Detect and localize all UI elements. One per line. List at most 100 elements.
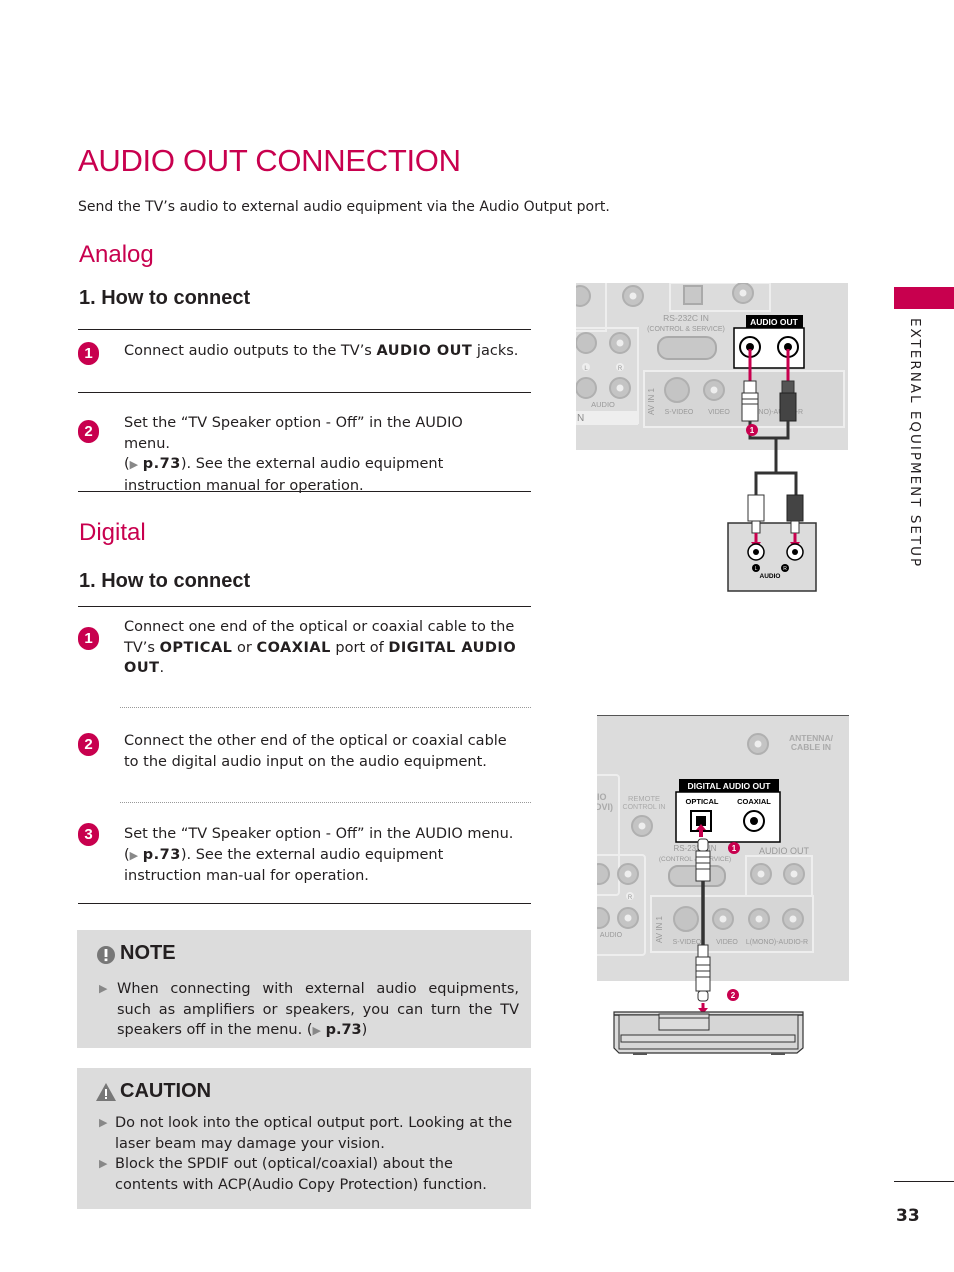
page-reference-link[interactable]: p.73 — [143, 456, 181, 472]
page-title: AUDIO OUT CONNECTION — [78, 143, 461, 178]
arrow-right-icon: ▶ — [129, 848, 139, 862]
audio-device-panel — [727, 522, 817, 592]
svideo-label: S-VIDEO — [665, 409, 694, 416]
remote-label: REMOTE — [628, 794, 660, 803]
step-emphasis: AUDIO OUT — [376, 343, 473, 359]
bullet-arrow-icon: ▶ — [99, 1116, 108, 1129]
caution-item: ▶ Block the SPDIF out (optical/coaxial) … — [99, 1154, 519, 1195]
page-number: 33 — [896, 1206, 920, 1226]
step-text: . — [159, 660, 165, 676]
analog-heading: Analog — [79, 241, 154, 268]
step-emphasis: COAXIAL — [256, 639, 331, 656]
jack-icon — [576, 285, 591, 307]
divider — [78, 606, 531, 607]
optical-plug-top — [695, 850, 711, 882]
digital-step-3-text: Set the “TV Speaker option - Off” in the… — [124, 824, 524, 887]
divider — [78, 329, 531, 330]
digital-step-1-text: Connect one end of the optical or coaxia… — [124, 617, 524, 679]
arrow-right-icon: ▶ — [312, 1024, 321, 1037]
video-label: VIDEO — [716, 939, 738, 946]
audio-out-label: AUDIO OUT — [759, 846, 810, 856]
rs232-sublabel: (CONTROL & SERVICE) — [659, 856, 731, 863]
page-reference-link[interactable]: p.73 — [143, 847, 181, 863]
digital-connection-diagram: ANTENNA/ CABLE IN IO DVI) REMOTE CONTROL… — [597, 715, 849, 1055]
step-number: 1 — [78, 342, 99, 365]
section-tab-marker — [894, 287, 954, 309]
divider — [894, 1181, 954, 1182]
serial-port-icon — [657, 336, 717, 360]
caution-text: Do not look into the optical output port… — [115, 1115, 513, 1152]
optical-port-icon — [683, 285, 703, 305]
divider — [78, 903, 531, 904]
caution-heading: CAUTION — [120, 1080, 212, 1102]
note-text-part: ) — [361, 1022, 368, 1038]
audio-out-label: AUDIO OUT — [750, 317, 799, 327]
rca-plug-white — [747, 494, 765, 522]
dotted-divider — [120, 707, 531, 708]
step-number: 2 — [78, 420, 99, 443]
rs232-sublabel: (CONTROL & SERVICE) — [647, 326, 725, 333]
partial-label: IO — [597, 792, 607, 802]
audio-equipment-device — [613, 1011, 804, 1055]
rca-plug-black — [779, 392, 797, 422]
optical-label: OPTICAL — [686, 797, 719, 806]
intro-text: Send the TV’s audio to external audio eq… — [78, 199, 610, 215]
step-emphasis: OPTICAL — [159, 639, 233, 656]
rca-plug-black — [786, 494, 804, 522]
device-right-label: R — [783, 566, 787, 572]
warning-triangle-icon — [96, 1083, 116, 1101]
cable-in-label: CABLE IN — [791, 742, 831, 752]
step-marker-label: 1 — [750, 426, 755, 435]
digital-heading: Digital — [79, 519, 146, 546]
digital-subheading: 1. How to connect — [79, 570, 251, 592]
note-item: ▶ When connecting with external audio eq… — [99, 979, 519, 1042]
analog-subheading: 1. How to connect — [79, 287, 251, 309]
step-text: Set the “TV Speaker option - Off” in the… — [124, 415, 463, 452]
step-number: 3 — [78, 823, 99, 846]
exclamation-circle-icon — [97, 946, 115, 964]
svideo-jack-icon — [673, 906, 699, 932]
step-marker-label: 2 — [731, 991, 736, 1000]
audio-label: AUDIO — [600, 932, 623, 939]
divider — [78, 491, 531, 492]
step-number: 1 — [78, 627, 99, 650]
step-text: or — [232, 639, 257, 656]
device-audio-label: AUDIO — [760, 573, 781, 580]
step-marker-label: 1 — [732, 844, 737, 853]
rs232-label: RS-232C IN — [663, 313, 709, 323]
svideo-jack-icon — [664, 377, 690, 403]
note-heading: NOTE — [120, 942, 176, 964]
optical-plug-bottom — [695, 956, 711, 992]
note-text: When connecting with external audio equi… — [117, 979, 519, 1042]
bullet-arrow-icon: ▶ — [99, 1157, 108, 1170]
device-left-label: L — [755, 566, 758, 572]
page-reference-link[interactable]: p.73 — [326, 1022, 362, 1038]
step-text: port of — [330, 639, 389, 656]
caution-box: CAUTION ▶ Do not look into the optical o… — [77, 1068, 531, 1209]
analog-connection-diagram: RS-232C IN (CONTROL & SERVICE) L R AUDIO… — [576, 283, 848, 592]
video-label: VIDEO — [708, 409, 730, 416]
analog-step-2-text: Set the “TV Speaker option - Off” in the… — [124, 413, 504, 496]
digital-audio-out-label: DIGITAL AUDIO OUT — [688, 781, 772, 791]
step-text: Connect audio outputs to the TV’s — [124, 343, 377, 359]
coaxial-label: COAXIAL — [737, 797, 771, 806]
step-text: jacks. — [472, 343, 519, 359]
analog-step-1-text: Connect audio outputs to the TV’s AUDIO … — [124, 341, 524, 362]
audio-lr-label: L(MONO)-AUDIO-R — [746, 939, 808, 946]
remote-sublabel: CONTROL IN — [623, 804, 666, 811]
dotted-divider — [120, 802, 531, 803]
av-in-label: AV IN 1 — [647, 387, 656, 415]
right-label: R — [628, 895, 633, 901]
section-side-label: EXTERNAL EQUIPMENT SETUP — [907, 318, 923, 569]
av-in-label: AV IN 1 — [655, 915, 664, 943]
rca-plug-white — [741, 392, 759, 422]
jack-icon — [576, 332, 597, 354]
audio-label: AUDIO — [591, 400, 615, 409]
caution-text: Block the SPDIF out (optical/coaxial) ab… — [115, 1156, 487, 1193]
arrow-right-icon: ▶ — [129, 458, 139, 471]
bullet-arrow-icon: ▶ — [99, 982, 108, 995]
partial-label: DVI) — [597, 802, 613, 812]
digital-step-2-text: Connect the other end of the optical or … — [124, 733, 507, 770]
divider — [78, 392, 531, 393]
input-label: N — [577, 413, 584, 424]
